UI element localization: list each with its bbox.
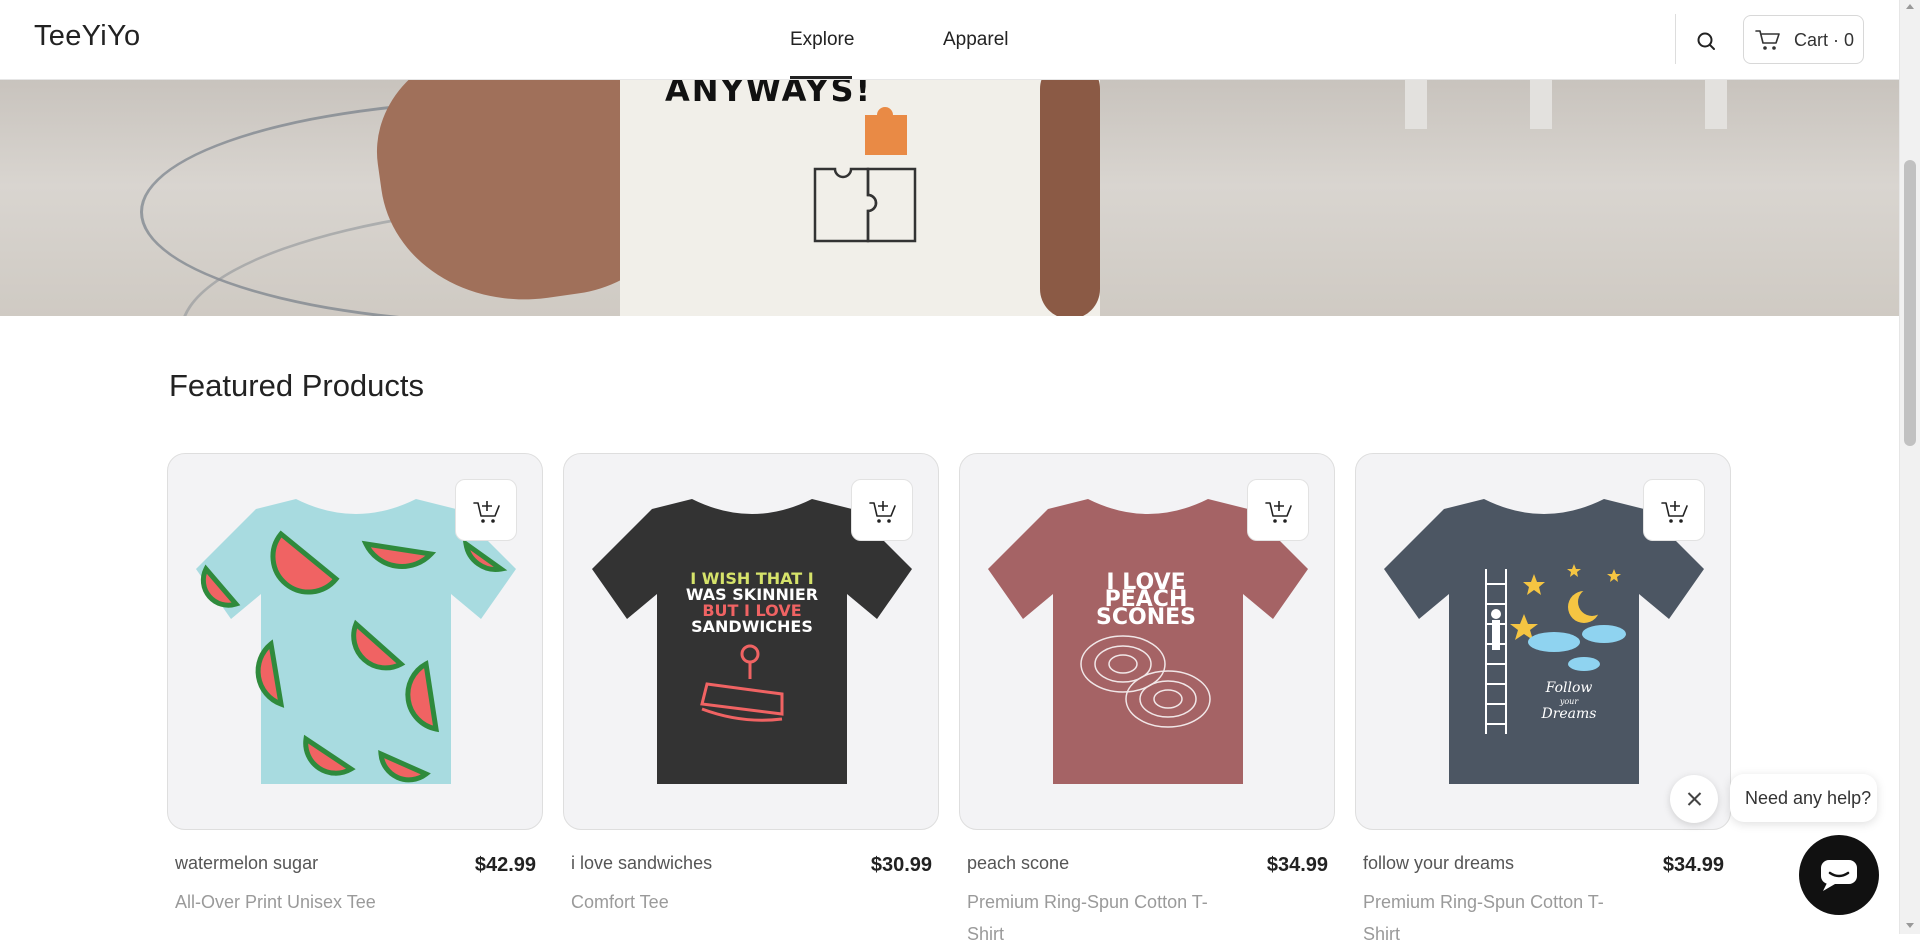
add-to-cart-icon — [869, 501, 896, 523]
add-to-cart-icon — [473, 501, 500, 523]
hero-shirt-text: ANYWAYS! — [665, 79, 873, 109]
header-divider — [1675, 14, 1676, 64]
scroll-up-arrow[interactable] — [1906, 4, 1914, 9]
product-category: Comfort Tee — [571, 892, 669, 912]
product-name[interactable]: peach scone — [967, 853, 1069, 874]
arm-graphic — [1040, 79, 1100, 316]
product-name[interactable]: i love sandwiches — [571, 853, 712, 874]
product-price: $30.99 — [870, 854, 932, 876]
nav-active-indicator — [790, 76, 852, 79]
nav-apparel[interactable]: Apparel — [943, 29, 1009, 51]
design-text: your — [1559, 697, 1579, 706]
section-title: Featured Products — [169, 368, 425, 403]
product-name[interactable]: watermelon sugar — [175, 853, 318, 874]
site-header: TeeYiYo Explore Apparel Cart · 0 — [0, 0, 1899, 80]
chat-prompt-text: Need any help? — [1745, 788, 1872, 808]
hero-banner-image: ANYWAYS! — [0, 79, 1899, 316]
design-text: SANDWICHES — [691, 617, 813, 636]
nav-explore[interactable]: Explore — [790, 29, 854, 51]
chat-prompt-bubble[interactable]: Need any help? — [1730, 774, 1877, 822]
puzzle-outline-graphic — [813, 167, 917, 243]
search-icon — [1697, 32, 1715, 50]
search-button[interactable] — [1694, 28, 1720, 54]
add-to-cart-button[interactable] — [851, 479, 913, 541]
product-price: $34.99 — [1266, 854, 1328, 876]
product-name[interactable]: follow your dreams — [1363, 853, 1514, 874]
add-to-cart-icon — [1265, 501, 1292, 523]
scroll-thumb[interactable] — [1904, 160, 1916, 446]
court-post — [1405, 79, 1427, 129]
add-to-cart-button[interactable] — [1247, 479, 1309, 541]
product-category: All-Over Print Unisex Tee — [175, 892, 376, 912]
cart-button[interactable]: Cart · 0 — [1743, 15, 1864, 64]
site-logo[interactable]: TeeYiYo — [34, 20, 140, 53]
product-card-i-love-sandwiches[interactable]: I WISH THAT I WAS SKINNIER BUT I LOVE SA… — [563, 453, 939, 830]
add-to-cart-button[interactable] — [455, 479, 517, 541]
add-to-cart-icon — [1661, 501, 1688, 523]
product-price: $42.99 — [474, 854, 536, 876]
product-card-watermelon-sugar[interactable] — [167, 453, 543, 830]
chat-close-button[interactable] — [1670, 775, 1718, 823]
design-text: Dreams — [1540, 706, 1596, 722]
design-text: SCONES — [1096, 605, 1196, 630]
court-post — [1705, 79, 1727, 129]
cart-icon — [1755, 30, 1780, 50]
puzzle-piece-graphic — [865, 107, 907, 155]
add-to-cart-button[interactable] — [1643, 479, 1705, 541]
court-post — [1530, 79, 1552, 129]
product-card-follow-your-dreams[interactable]: Follow your Dreams — [1355, 453, 1731, 830]
product-price: $34.99 — [1662, 854, 1724, 876]
page-scrollbar[interactable] — [1899, 0, 1920, 934]
design-text: Follow — [1545, 680, 1593, 696]
product-category: Premium Ring-Spun Cotton T-Shirt — [967, 892, 1208, 944]
product-card-peach-scone[interactable]: I LOVE PEACH SCONES — [959, 453, 1335, 830]
scroll-down-arrow[interactable] — [1906, 923, 1914, 928]
chat-launcher-button[interactable] — [1799, 835, 1879, 915]
product-category: Premium Ring-Spun Cotton T-Shirt — [1363, 892, 1604, 944]
cart-label: Cart · 0 — [1794, 30, 1855, 50]
chat-icon — [1821, 860, 1857, 891]
